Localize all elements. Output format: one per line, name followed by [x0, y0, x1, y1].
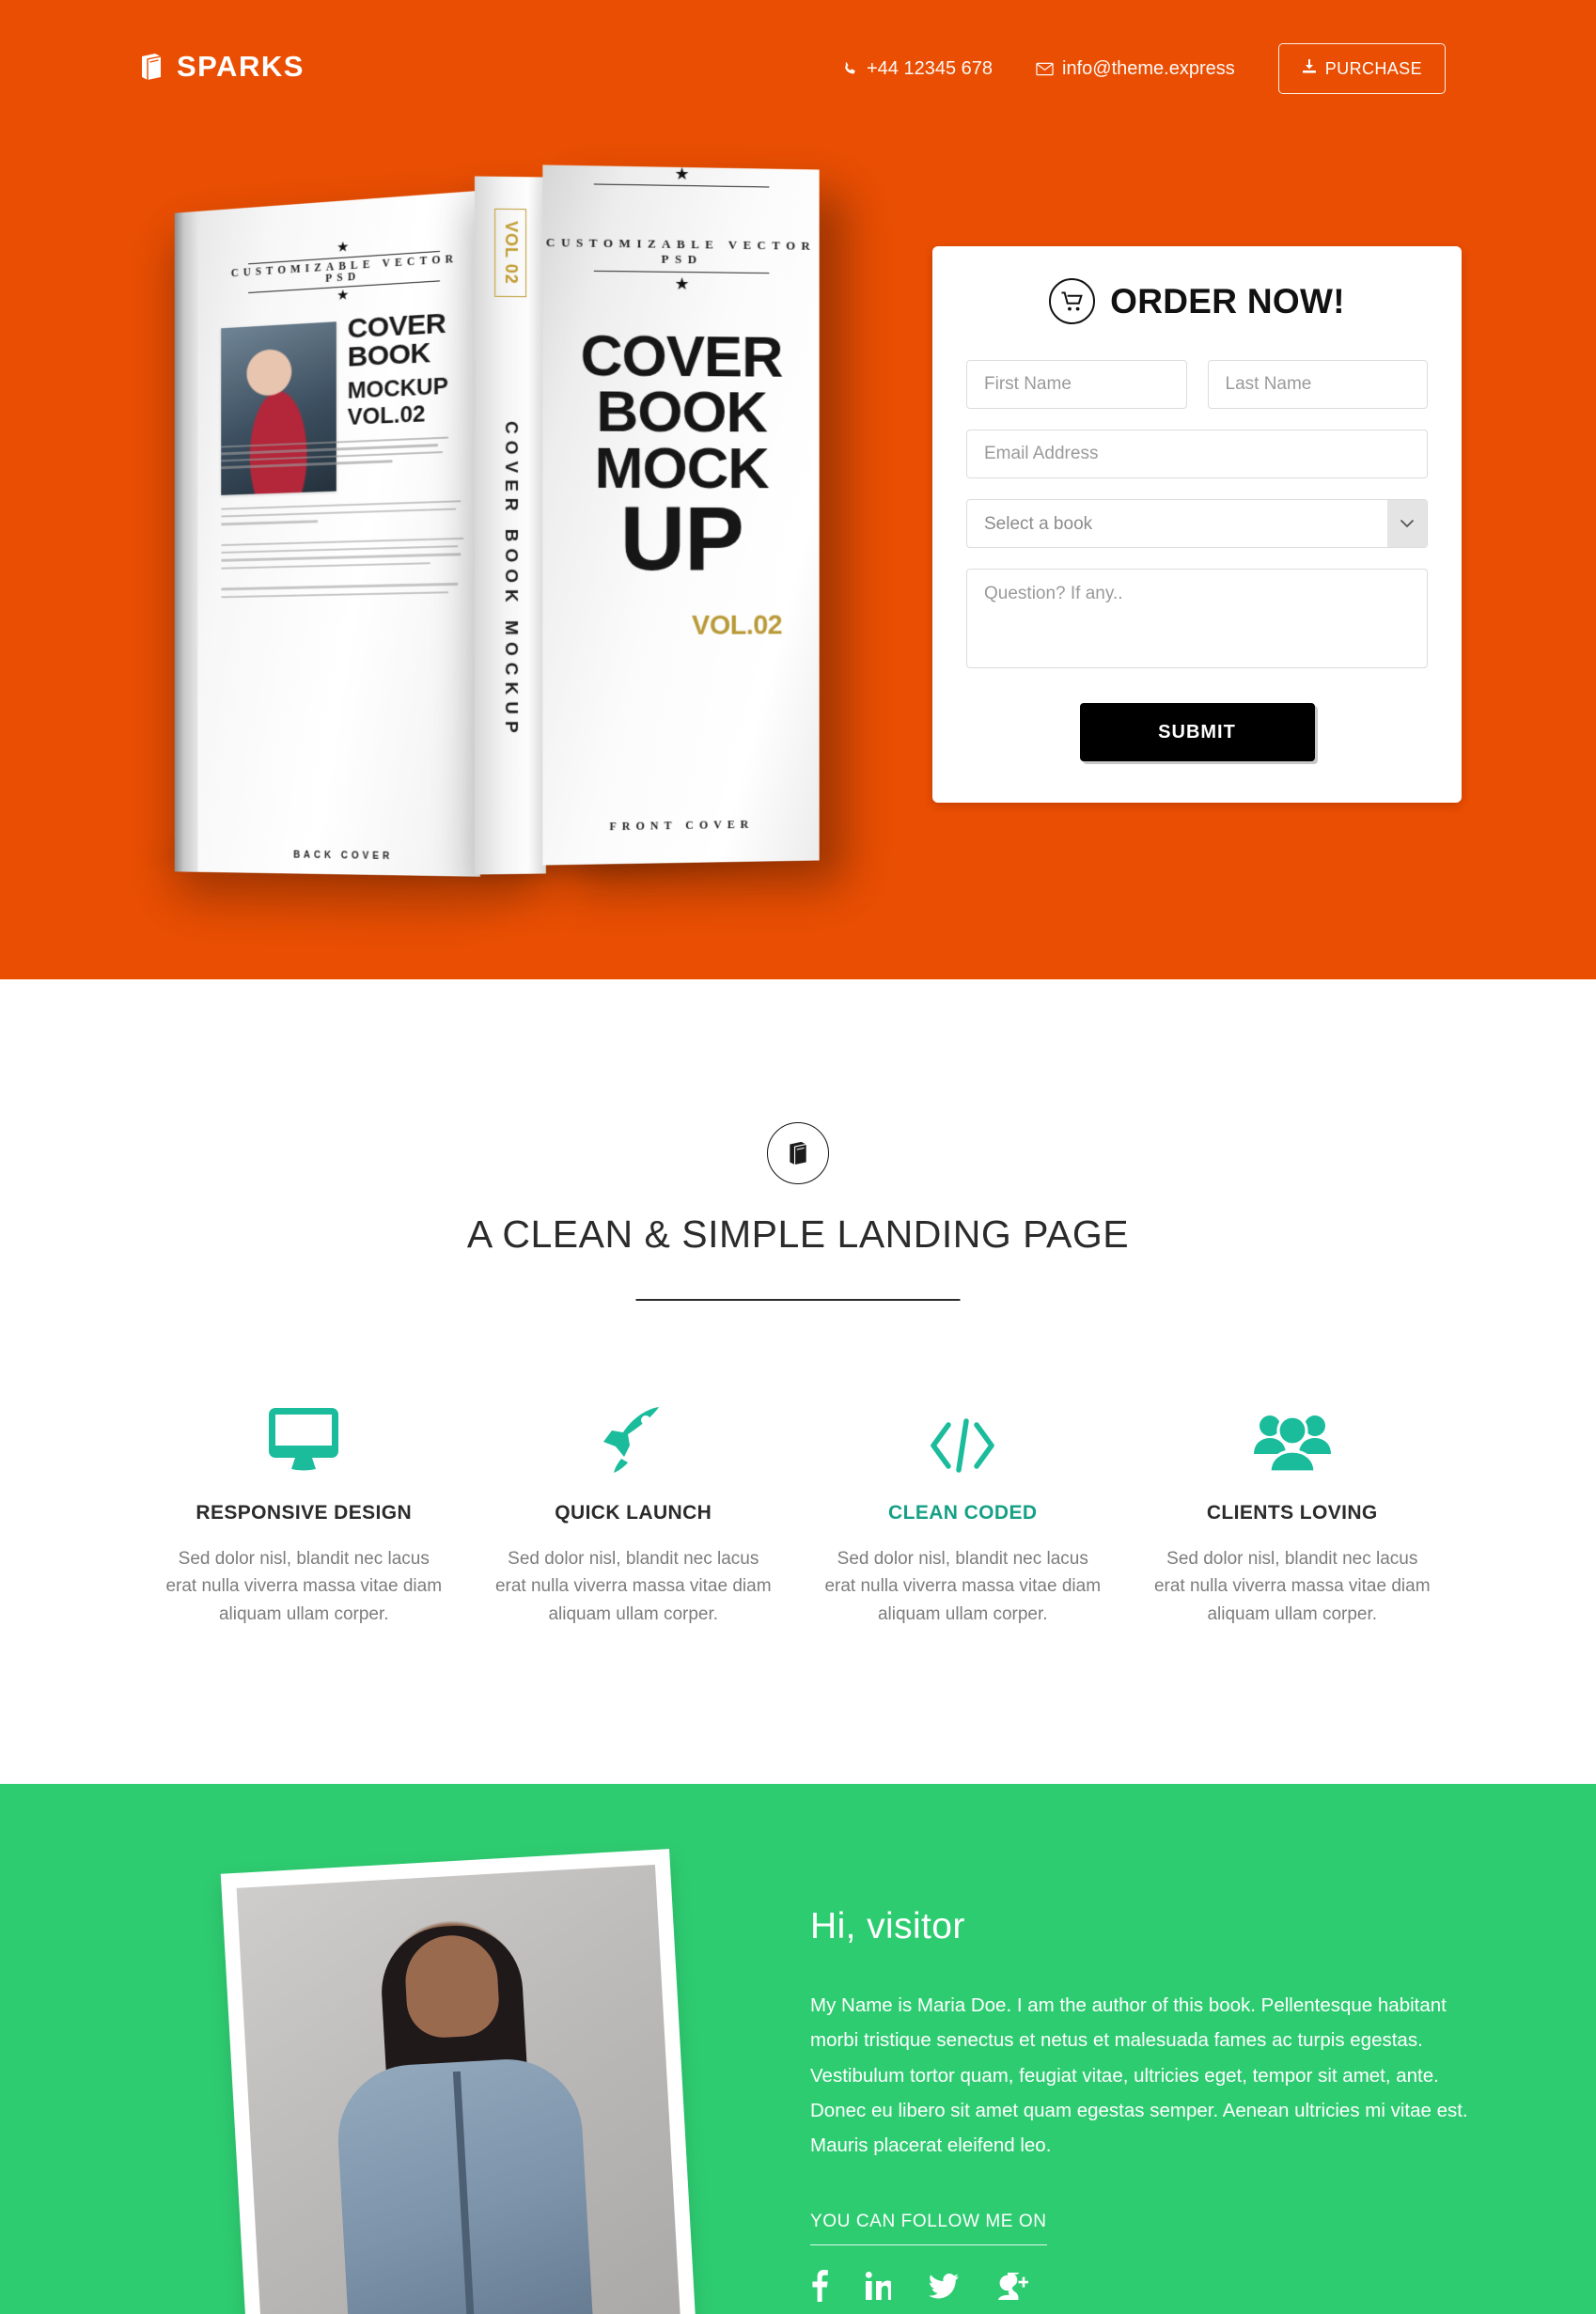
users-group-icon	[1152, 1384, 1433, 1474]
front-cover-footer: FRONT COVER	[609, 817, 755, 834]
front-star-bottom: ★	[674, 274, 690, 294]
rocket-icon	[493, 1384, 775, 1474]
about-paragraph: My Name is Maria Doe. I am the author of…	[810, 1994, 1468, 2157]
logo-text: SPARKS	[177, 50, 305, 83]
purchase-label: PURCHASE	[1324, 58, 1422, 78]
feature-name: RESPONSIVE DESIGN	[196, 1502, 413, 1524]
facebook-icon[interactable]	[810, 2270, 828, 2306]
shopping-cart-icon	[1049, 278, 1096, 324]
first-name-input[interactable]	[966, 360, 1187, 409]
desktop-monitor-icon	[164, 1384, 445, 1474]
header-email[interactable]: info@theme.express	[1036, 58, 1235, 80]
feature-description: Sed dolor nisl, blandit nec lacus erat n…	[824, 1549, 1102, 1624]
feature-name: QUICK LAUNCH	[555, 1502, 712, 1524]
feature-item-clients-loving[interactable]: CLIENTS LOVING Sed dolor nisl, blandit n…	[1128, 1384, 1458, 1628]
book-spine: VOL 02 COVER BOOK MOCKUP	[474, 176, 546, 875]
submit-row: SUBMIT	[966, 703, 1428, 761]
front-title-line-1: COVER	[580, 322, 783, 390]
front-cover-title: COVER BOOK MOCK UP	[542, 322, 819, 590]
front-cover-tagline: CUSTOMIZABLE VECTOR PSD	[545, 235, 817, 267]
google-plus-icon[interactable]	[996, 2272, 1029, 2306]
social-links	[810, 2270, 1468, 2306]
code-brackets-icon	[822, 1384, 1103, 1474]
author-photo-frame	[220, 1849, 699, 2314]
book-mockup-image: ★ CUSTOMIZABLE VECTOR PSD ★ COVER BOOK M…	[113, 164, 902, 921]
front-title-line-4: UP	[619, 489, 743, 590]
envelope-icon	[1036, 62, 1054, 76]
back-cover-photo	[221, 321, 336, 495]
book-front-cover: ★ CUSTOMIZABLE VECTOR PSD ★ COVER BOOK M…	[542, 164, 820, 866]
feature-name: CLEAN CODED	[888, 1502, 1038, 1524]
book-select-wrapper: Select a book	[966, 499, 1428, 548]
author-photo	[236, 1864, 683, 2314]
back-cover-footer: BACK COVER	[293, 850, 394, 863]
features-title: A CLEAN & SIMPLE LANDING PAGE	[466, 1212, 1130, 1256]
features-section: A CLEAN & SIMPLE LANDING PAGE RESPONSIVE…	[0, 979, 1596, 1784]
back-cover-body-lines	[221, 486, 468, 599]
about-section: Hi, visitor My Name is Maria Doe. I am t…	[0, 1784, 1596, 2314]
submit-button[interactable]: SUBMIT	[1079, 703, 1315, 761]
order-form-card: ORDER NOW! Select a book SUBMIT	[932, 246, 1462, 803]
follow-label: YOU CAN FOLLOW ME ON	[810, 2212, 1047, 2246]
feature-name: CLIENTS LOVING	[1206, 1502, 1378, 1524]
twitter-icon[interactable]	[929, 2273, 959, 2304]
hero-section: SPARKS +44 12345 678 info@theme.express …	[0, 0, 1596, 979]
order-form-header: ORDER NOW!	[966, 278, 1428, 324]
spine-title: COVER BOOK MOCKUP	[501, 420, 521, 740]
header-phone[interactable]: +44 12345 678	[842, 58, 993, 80]
phone-number: +44 12345 678	[867, 57, 994, 79]
features-grid: RESPONSIVE DESIGN Sed dolor nisl, blandi…	[139, 1384, 1457, 1628]
phone-icon	[842, 61, 858, 77]
order-form-title: ORDER NOW!	[1110, 281, 1345, 321]
title-divider	[635, 1299, 961, 1301]
purchase-button[interactable]: PURCHASE	[1277, 43, 1446, 94]
name-fields-row	[966, 360, 1428, 409]
feature-description: Sed dolor nisl, blandit nec lacus erat n…	[494, 1549, 772, 1624]
feature-item-quick-launch[interactable]: QUICK LAUNCH Sed dolor nisl, blandit nec…	[469, 1384, 799, 1628]
question-textarea[interactable]	[966, 569, 1428, 668]
feature-item-responsive-design[interactable]: RESPONSIVE DESIGN Sed dolor nisl, blandi…	[139, 1384, 469, 1628]
book-icon	[767, 1122, 829, 1184]
site-logo[interactable]: SPARKS	[139, 52, 305, 81]
linkedin-icon[interactable]	[865, 2272, 895, 2305]
front-star-top: ★	[674, 164, 690, 184]
front-title-line-2: BOOK	[596, 379, 767, 446]
front-cover-volume: VOL.02	[692, 610, 783, 641]
feature-description: Sed dolor nisl, blandit nec lacus erat n…	[1153, 1549, 1431, 1624]
last-name-input[interactable]	[1207, 360, 1428, 409]
email-address: info@theme.express	[1062, 57, 1235, 79]
feature-item-clean-coded[interactable]: CLEAN CODED Sed dolor nisl, blandit nec …	[798, 1384, 1128, 1628]
book-icon	[139, 53, 164, 81]
site-header: SPARKS +44 12345 678 info@theme.express …	[0, 0, 1596, 141]
header-contact-group: +44 12345 678 info@theme.express PURCHAS…	[842, 43, 1446, 94]
download-icon	[1302, 58, 1317, 79]
about-text-block: Hi, visitor My Name is Maria Doe. I am t…	[810, 1906, 1468, 2306]
book-back-cover: ★ CUSTOMIZABLE VECTOR PSD ★ COVER BOOK M…	[174, 190, 480, 877]
book-select[interactable]: Select a book	[966, 499, 1428, 548]
email-input[interactable]	[966, 430, 1428, 478]
feature-description: Sed dolor nisl, blandit nec lacus erat n…	[165, 1549, 443, 1624]
spine-volume: VOL 02	[494, 208, 526, 297]
about-heading: Hi, visitor	[810, 1906, 965, 1947]
